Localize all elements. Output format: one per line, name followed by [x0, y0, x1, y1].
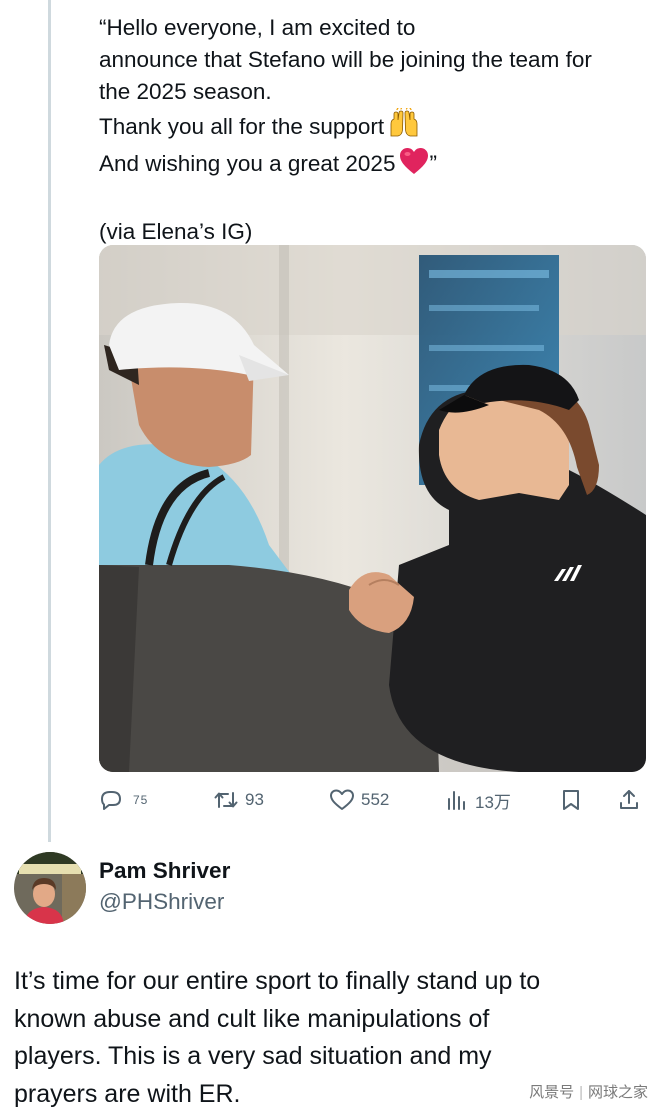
- analytics-icon: [448, 791, 465, 810]
- views-button[interactable]: 13万: [445, 782, 511, 818]
- author-avatar[interactable]: [14, 852, 86, 924]
- red-heart-emoji-icon: [399, 147, 429, 184]
- quoted-line-4-text: Thank you all for the support: [99, 114, 385, 139]
- quoted-source-note: (via Elena’s IG): [99, 219, 253, 244]
- reply-line-3: players. This is a very sad situation an…: [14, 1042, 492, 1070]
- retweet-button[interactable]: 93: [213, 782, 264, 818]
- like-count: 552: [361, 790, 390, 809]
- watermark-right: 网球之家: [587, 1084, 648, 1101]
- quoted-line-3: the 2025 season.: [99, 79, 272, 104]
- photo-illustration: [99, 245, 646, 772]
- raising-hands-emoji-icon: [388, 107, 420, 147]
- reply-line-2: known abuse and cult like manipulations …: [14, 1004, 490, 1033]
- quoted-line-5-text: And wishing you a great 2025: [99, 151, 396, 176]
- reply-line-1: It’s time for our entire sport to finall…: [14, 967, 541, 995]
- avatar-photo: [14, 852, 86, 924]
- quoted-line-1: “Hello everyone, I am excited to: [99, 15, 416, 40]
- bookmark-icon: [563, 790, 579, 810]
- action-bar: 75 93 552 13万: [99, 782, 647, 818]
- quoted-line-5: And wishing you a great 2025 ”: [99, 147, 655, 184]
- watermark: 风景号 | 网球之家: [529, 1081, 648, 1102]
- quoted-line-4: Thank you all for the support: [99, 107, 655, 147]
- reply-button[interactable]: 75: [99, 782, 148, 818]
- post-photo[interactable]: [99, 245, 646, 772]
- reply-icon: [101, 791, 121, 810]
- author-handle[interactable]: @PHShriver: [99, 889, 224, 915]
- watermark-separator: |: [579, 1084, 583, 1101]
- share-button[interactable]: [617, 782, 641, 818]
- author-name[interactable]: Pam Shriver: [99, 858, 230, 884]
- heart-icon: [330, 789, 354, 810]
- view-count: 13万: [475, 792, 511, 812]
- quoted-post-text: “Hello everyone, I am excited to announc…: [99, 12, 655, 248]
- like-button[interactable]: 552: [329, 782, 389, 818]
- share-icon: [620, 790, 638, 809]
- retweet-icon: [214, 792, 238, 808]
- retweet-count: 93: [245, 790, 264, 809]
- quoted-line-2: announce that Stefano will be joining th…: [99, 47, 592, 72]
- closing-quote: ”: [429, 151, 437, 176]
- watermark-left: 风景号: [529, 1084, 575, 1101]
- reply-count: 75: [133, 793, 149, 807]
- bookmark-button[interactable]: [559, 782, 583, 818]
- thread-line: [48, 0, 51, 842]
